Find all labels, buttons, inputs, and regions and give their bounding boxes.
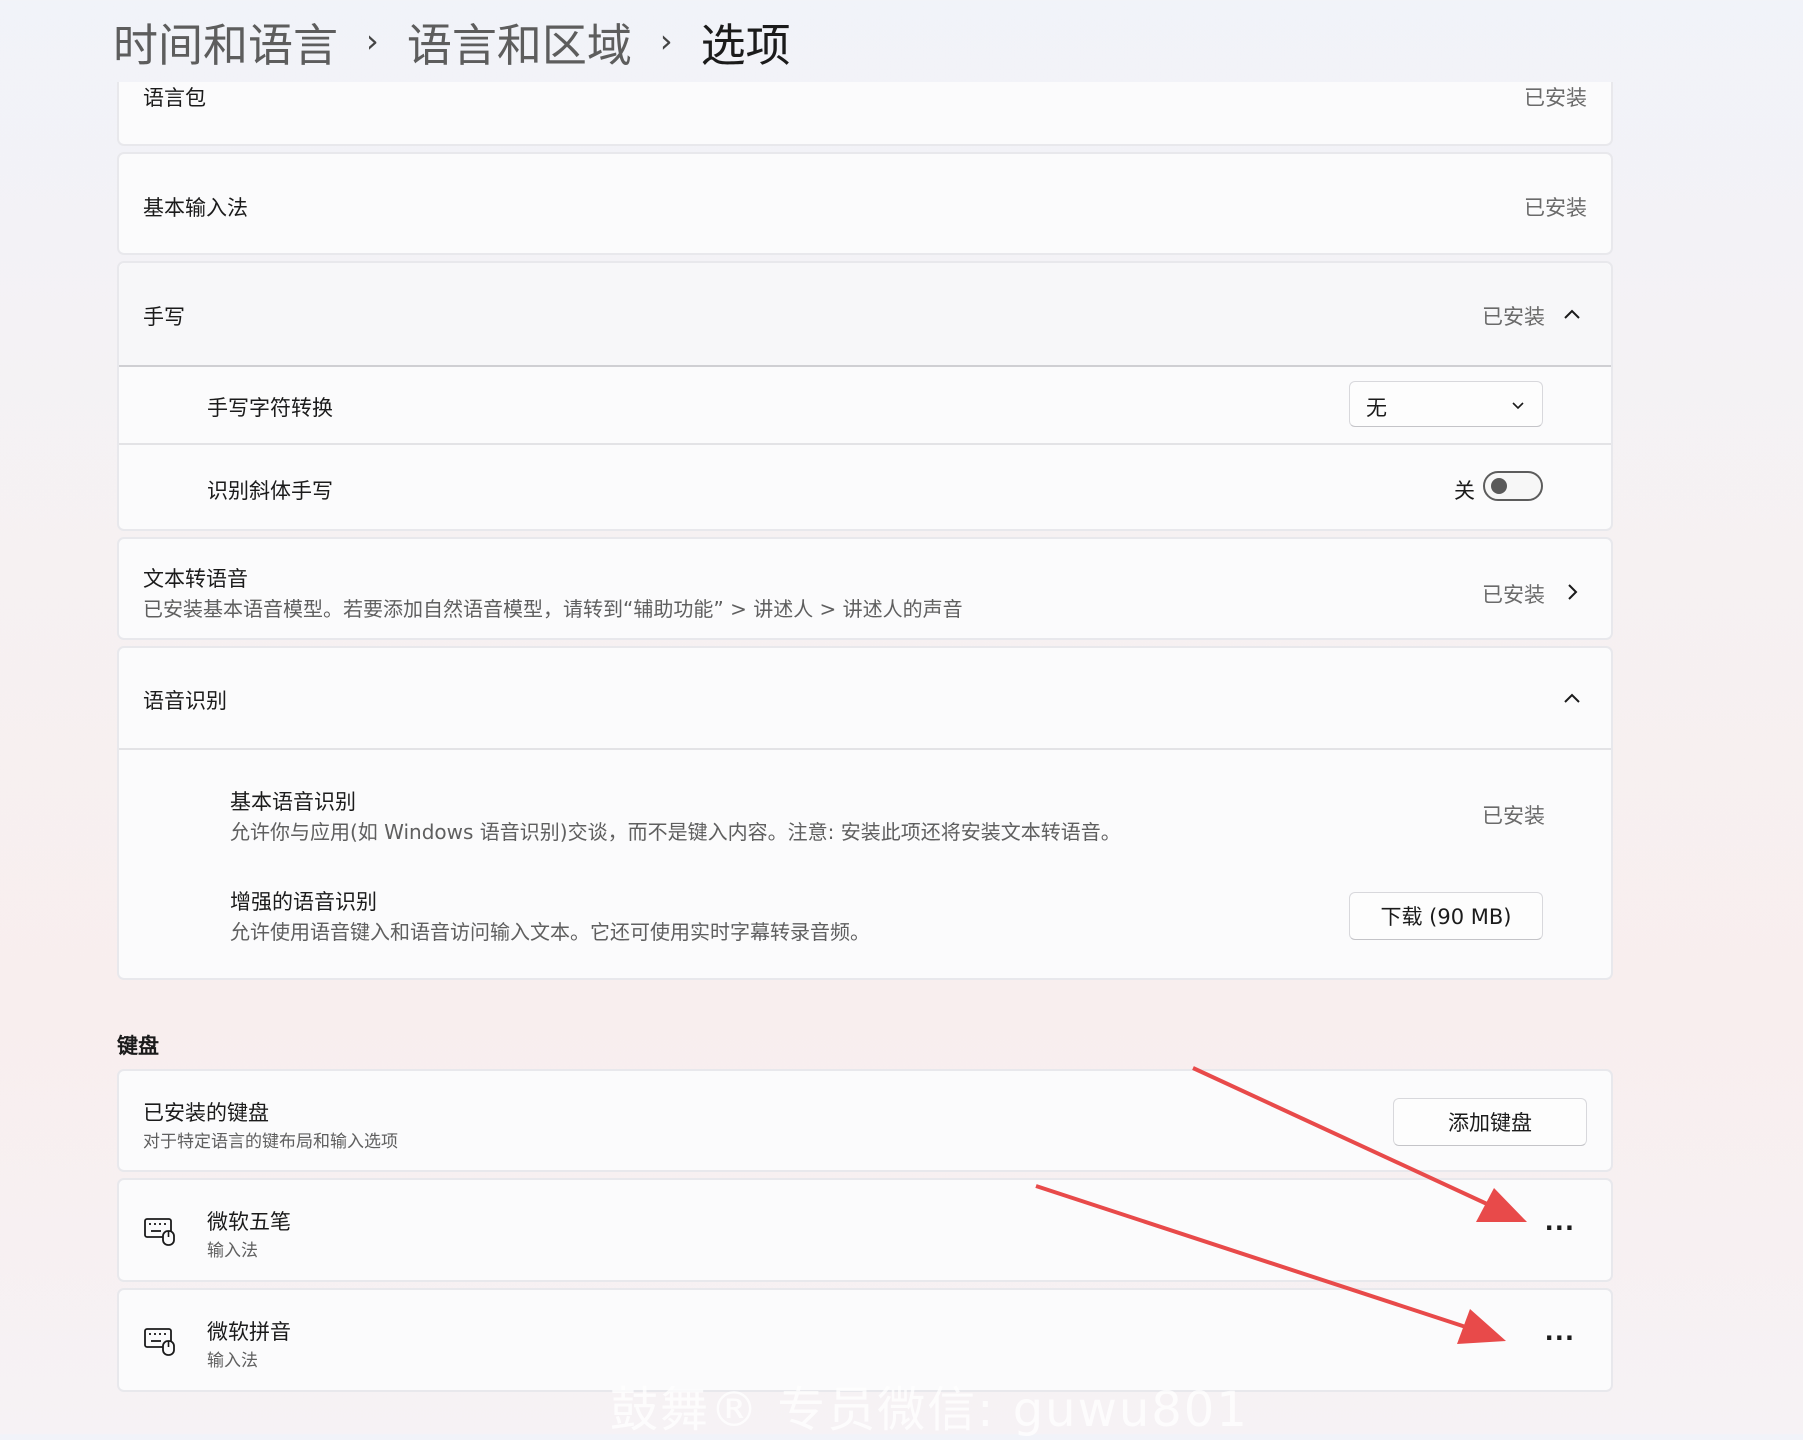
chevron-up-icon[interactable]: [1557, 683, 1587, 713]
handwriting-conversion-row: 手写字符转换 无: [119, 367, 1611, 443]
handwriting-label: 手写: [143, 305, 185, 329]
handwriting-header[interactable]: 手写 已安装: [119, 263, 1611, 365]
cursive-toggle[interactable]: [1483, 471, 1543, 501]
enhanced-speech-description: 允许使用语音键入和语音访问输入文本。它还可使用实时字幕转录音频。: [230, 920, 870, 944]
keyboard-type: 输入法: [207, 1241, 258, 1261]
installed-keyboards-description: 对于特定语言的键布局和输入选项: [143, 1132, 398, 1152]
tts-status: 已安装: [1482, 583, 1545, 607]
chevron-down-icon: [1512, 402, 1524, 410]
basic-speech-label: 基本语音识别: [230, 790, 356, 814]
breadcrumb: 时间和语言 › 语言和区域 › 选项: [113, 6, 791, 76]
breadcrumb-separator: ›: [366, 22, 379, 60]
basic-speech-row: 基本语音识别 允许你与应用(如 Windows 语音识别)交谈，而不是键入内容。…: [119, 750, 1611, 850]
language-pack-card: 语言包 已安装: [117, 82, 1613, 146]
speech-card: 语音识别 基本语音识别 允许你与应用(如 Windows 语音识别)交谈，而不是…: [117, 646, 1613, 980]
tts-description: 已安装基本语音模型。若要添加自然语音模型，请转到“辅助功能” > 讲述人 > 讲…: [143, 597, 963, 621]
basic-input-card: 基本输入法 已安装: [117, 152, 1613, 255]
cursive-label: 识别斜体手写: [207, 479, 333, 503]
more-options-button[interactable]: ···: [1545, 1324, 1575, 1352]
enhanced-speech-label: 增强的语音识别: [230, 890, 377, 914]
language-pack-label: 语言包: [143, 86, 206, 110]
installed-keyboards-label: 已安装的键盘: [143, 1101, 269, 1125]
keyboard-icon: [144, 1218, 175, 1246]
basic-speech-description: 允许你与应用(如 Windows 语音识别)交谈，而不是键入内容。注意: 安装此…: [230, 820, 1121, 844]
basic-input-label: 基本输入法: [143, 196, 248, 220]
more-options-button[interactable]: ···: [1545, 1214, 1575, 1242]
download-button[interactable]: 下载 (90 MB): [1349, 892, 1543, 940]
enhanced-speech-row: 增强的语音识别 允许使用语音键入和语音访问输入文本。它还可使用实时字幕转录音频。…: [119, 850, 1611, 970]
tts-label: 文本转语音: [143, 567, 248, 591]
page-title: 选项: [700, 18, 791, 72]
watermark: 鼓舞® 专员微信: guwu801: [610, 1382, 1249, 1438]
keyboard-type: 输入法: [207, 1351, 258, 1371]
basic-input-status: 已安装: [1524, 196, 1587, 220]
breadcrumb-separator: ›: [659, 22, 673, 60]
chevron-right-icon[interactable]: [1557, 577, 1587, 607]
add-keyboard-button[interactable]: 添加键盘: [1393, 1098, 1587, 1146]
handwriting-conversion-dropdown[interactable]: 无: [1349, 381, 1543, 427]
keyboard-section-title: 键盘: [117, 1034, 159, 1058]
handwriting-conversion-label: 手写字符转换: [207, 396, 333, 420]
chevron-up-icon[interactable]: [1557, 299, 1587, 329]
cursive-row: 识别斜体手写 关: [119, 445, 1611, 529]
tts-card[interactable]: 文本转语音 已安装基本语音模型。若要添加自然语音模型，请转到“辅助功能” > 讲…: [117, 537, 1613, 640]
keyboard-icon: [144, 1328, 175, 1356]
language-pack-status: 已安装: [1524, 86, 1587, 110]
toggle-knob: [1491, 478, 1507, 494]
installed-keyboards-card: 已安装的键盘 对于特定语言的键布局和输入选项 添加键盘: [117, 1069, 1613, 1172]
dropdown-selected-value: 无: [1366, 396, 1387, 420]
keyboard-item-wubi: 微软五笔 输入法 ···: [117, 1178, 1613, 1282]
handwriting-card: 手写 已安装 手写字符转换 无 识别斜体手写 关: [117, 261, 1613, 531]
keyboard-name: 微软拼音: [207, 1320, 291, 1344]
keyboard-name: 微软五笔: [207, 1210, 291, 1234]
basic-speech-status: 已安装: [1482, 804, 1545, 828]
handwriting-status: 已安装: [1482, 305, 1545, 329]
breadcrumb-language-region[interactable]: 语言和区域: [407, 9, 632, 74]
speech-label: 语音识别: [143, 689, 227, 713]
cursive-state-label: 关: [1454, 479, 1475, 503]
speech-header[interactable]: 语音识别: [119, 648, 1611, 748]
breadcrumb-time-language[interactable]: 时间和语言: [113, 9, 338, 74]
